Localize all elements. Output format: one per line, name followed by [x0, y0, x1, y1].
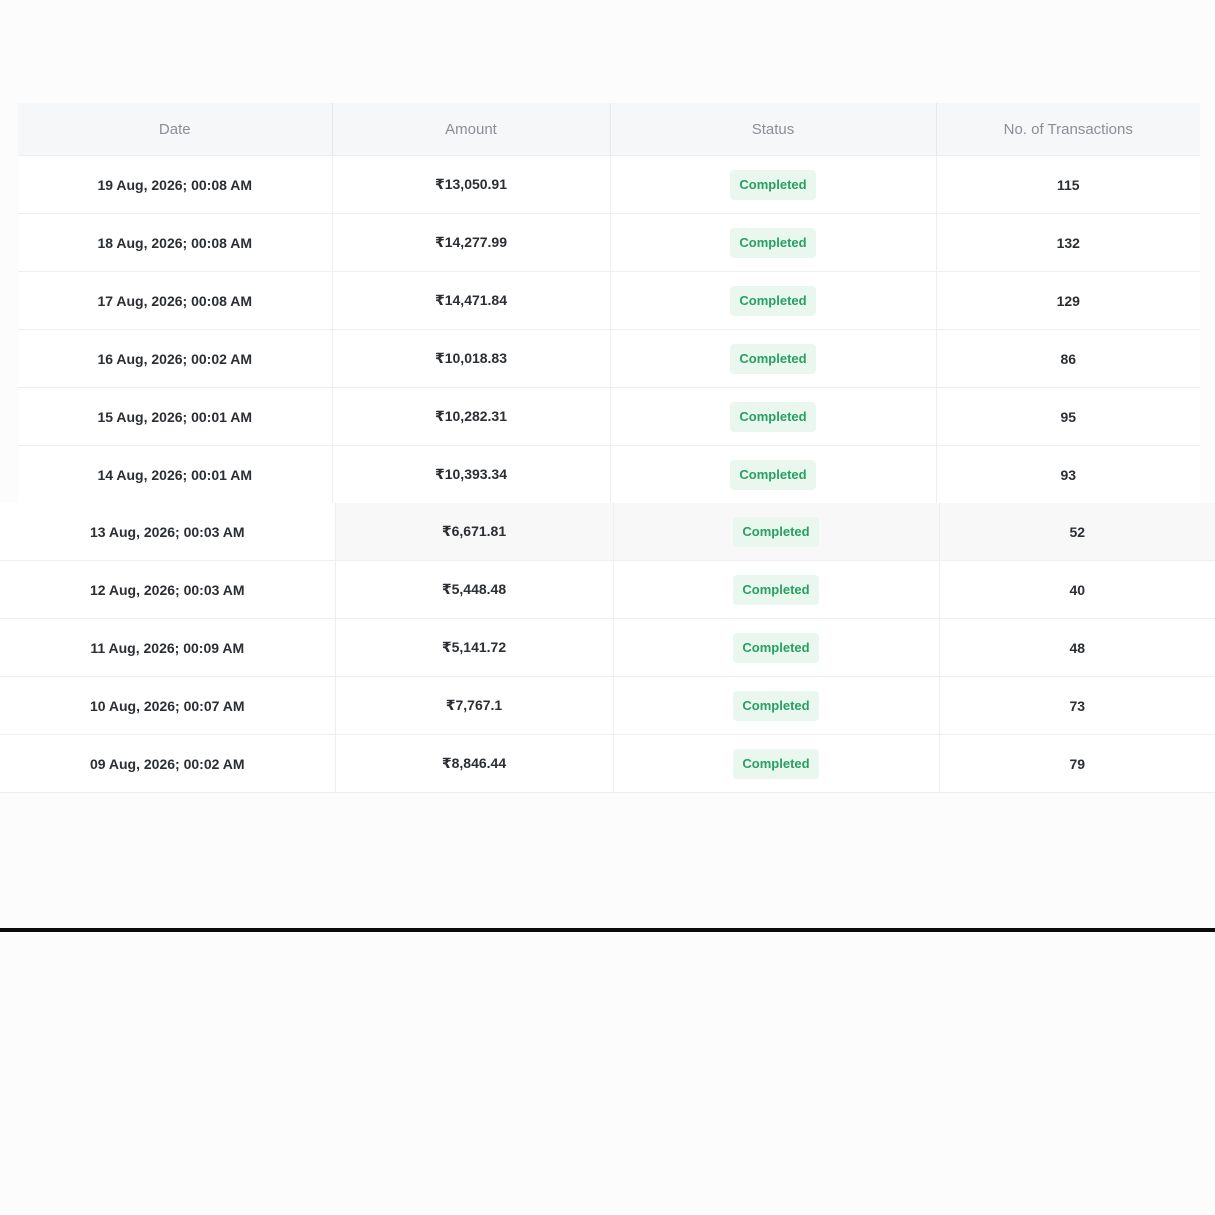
cell-date: 10 Aug, 2026; 00:07 AM	[0, 676, 336, 735]
status-badge: Completed	[733, 748, 819, 779]
table-row[interactable]: 16 Aug, 2026; 00:02 AM ₹10,018.83 Comple…	[18, 329, 1200, 388]
table-row[interactable]: 09 Aug, 2026; 00:02 AM ₹8,846.44 Complet…	[0, 734, 1215, 793]
cell-amount: ₹10,018.83	[332, 329, 611, 388]
table-row[interactable]: 10 Aug, 2026; 00:07 AM ₹7,767.1 Complete…	[0, 676, 1215, 735]
cell-status: Completed	[610, 329, 937, 388]
cell-date: 15 Aug, 2026; 00:01 AM	[18, 387, 333, 446]
cell-transactions: 48	[939, 618, 1215, 677]
cell-transactions: 52	[939, 503, 1215, 561]
cell-transactions: 132	[936, 213, 1200, 272]
cell-amount: ₹6,671.81	[335, 503, 614, 561]
cell-status: Completed	[610, 387, 937, 446]
cell-status: Completed	[613, 560, 940, 619]
cell-amount: ₹14,277.99	[332, 213, 611, 272]
cell-amount: ₹8,846.44	[335, 734, 614, 793]
cell-amount: ₹14,471.84	[332, 271, 611, 330]
cell-date: 09 Aug, 2026; 00:02 AM	[0, 734, 336, 793]
cell-date: 14 Aug, 2026; 00:01 AM	[18, 445, 333, 504]
transactions-table-bottom: 13 Aug, 2026; 00:03 AM ₹6,671.81 Complet…	[0, 503, 1215, 793]
cell-transactions: 79	[939, 734, 1215, 793]
column-header-amount[interactable]: Amount	[332, 103, 611, 156]
column-header-date[interactable]: Date	[18, 103, 333, 156]
cell-amount: ₹5,141.72	[335, 618, 614, 677]
status-badge: Completed	[733, 516, 819, 547]
status-badge: Completed	[730, 459, 816, 490]
table-row[interactable]: 15 Aug, 2026; 00:01 AM ₹10,282.31 Comple…	[18, 387, 1200, 446]
page: Date Amount Status No. of Transactions 1…	[0, 0, 1215, 1215]
cell-amount: ₹10,282.31	[332, 387, 611, 446]
cell-transactions: 129	[936, 271, 1200, 330]
cell-status: Completed	[613, 734, 940, 793]
cell-transactions: 95	[936, 387, 1200, 446]
cell-date: 16 Aug, 2026; 00:02 AM	[18, 329, 333, 388]
column-header-transactions[interactable]: No. of Transactions	[936, 103, 1200, 156]
cell-date: 11 Aug, 2026; 00:09 AM	[0, 618, 336, 677]
column-header-status[interactable]: Status	[610, 103, 937, 156]
status-badge: Completed	[730, 169, 816, 200]
cell-date: 13 Aug, 2026; 00:03 AM	[0, 503, 336, 561]
status-badge: Completed	[733, 690, 819, 721]
cell-status: Completed	[610, 213, 937, 272]
status-badge: Completed	[730, 227, 816, 258]
cell-transactions: 40	[939, 560, 1215, 619]
table-header-row: Date Amount Status No. of Transactions	[18, 103, 1200, 156]
table-row[interactable]: 17 Aug, 2026; 00:08 AM ₹14,471.84 Comple…	[18, 271, 1200, 330]
cell-status: Completed	[613, 618, 940, 677]
cell-amount: ₹5,448.48	[335, 560, 614, 619]
table-row[interactable]: 18 Aug, 2026; 00:08 AM ₹14,277.99 Comple…	[18, 213, 1200, 272]
status-badge: Completed	[730, 285, 816, 316]
cell-date: 19 Aug, 2026; 00:08 AM	[18, 155, 333, 214]
transactions-table-top: Date Amount Status No. of Transactions 1…	[18, 103, 1200, 504]
cell-transactions: 86	[936, 329, 1200, 388]
table-row[interactable]: 19 Aug, 2026; 00:08 AM ₹13,050.91 Comple…	[18, 155, 1200, 214]
cell-status: Completed	[610, 155, 937, 214]
table-row[interactable]: 12 Aug, 2026; 00:03 AM ₹5,448.48 Complet…	[0, 560, 1215, 619]
cell-amount: ₹10,393.34	[332, 445, 611, 504]
table-row[interactable]: 13 Aug, 2026; 00:03 AM ₹6,671.81 Complet…	[0, 503, 1215, 561]
cell-date: 12 Aug, 2026; 00:03 AM	[0, 560, 336, 619]
cell-date: 17 Aug, 2026; 00:08 AM	[18, 271, 333, 330]
cell-amount: ₹7,767.1	[335, 676, 614, 735]
cell-status: Completed	[610, 271, 937, 330]
cell-transactions: 73	[939, 676, 1215, 735]
status-badge: Completed	[730, 343, 816, 374]
status-badge: Completed	[733, 632, 819, 663]
status-badge: Completed	[733, 574, 819, 605]
table-row[interactable]: 14 Aug, 2026; 00:01 AM ₹10,393.34 Comple…	[18, 445, 1200, 504]
cell-status: Completed	[613, 676, 940, 735]
table-row[interactable]: 11 Aug, 2026; 00:09 AM ₹5,141.72 Complet…	[0, 618, 1215, 677]
cell-status: Completed	[613, 503, 940, 561]
cell-date: 18 Aug, 2026; 00:08 AM	[18, 213, 333, 272]
cell-status: Completed	[610, 445, 937, 504]
status-badge: Completed	[730, 401, 816, 432]
cell-transactions: 115	[936, 155, 1200, 214]
cell-transactions: 93	[936, 445, 1200, 504]
page-divider	[0, 928, 1215, 932]
cell-amount: ₹13,050.91	[332, 155, 611, 214]
